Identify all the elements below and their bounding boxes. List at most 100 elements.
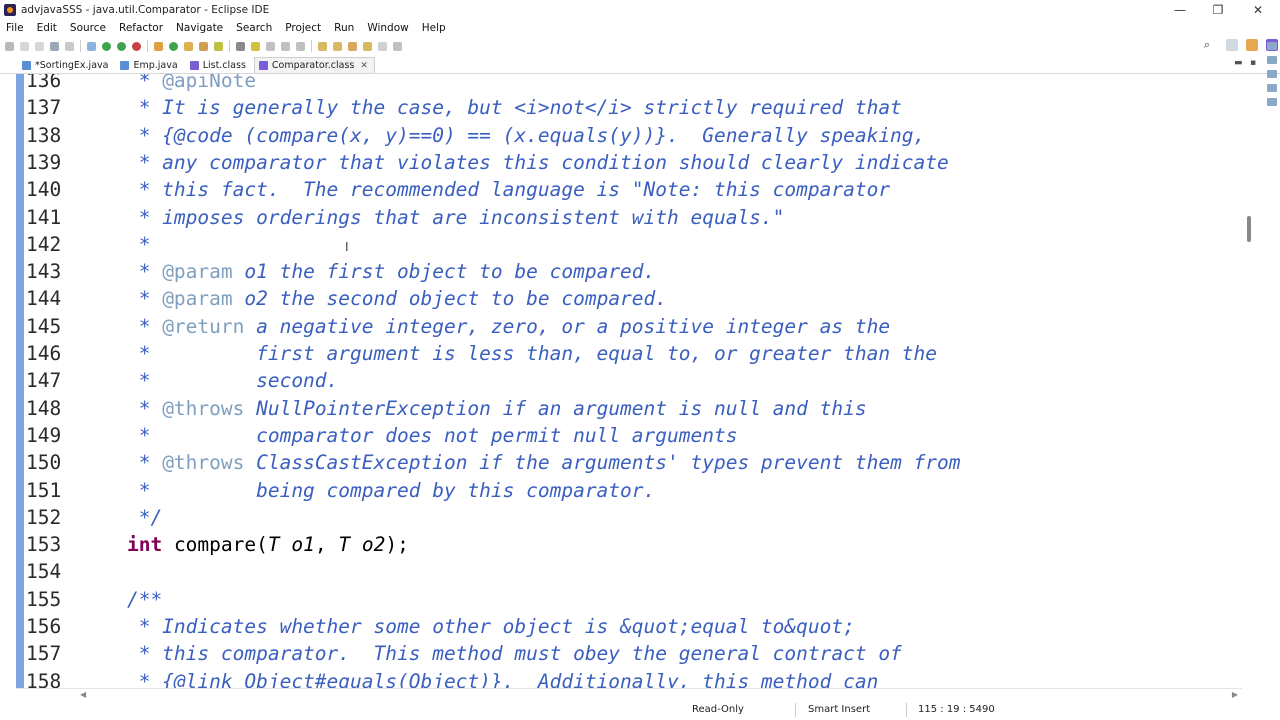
outline-view-icon[interactable]: [1267, 42, 1277, 50]
line-number: 154: [26, 560, 62, 584]
debug-icon[interactable]: [87, 41, 96, 51]
code-line[interactable]: * @return a negative integer, zero, or a…: [80, 313, 890, 340]
new-java-project-icon[interactable]: [154, 41, 163, 51]
code-line[interactable]: * @param o1 the first object to be compa…: [80, 258, 656, 285]
properties-view-icon[interactable]: [1267, 98, 1277, 106]
run-icon[interactable]: [102, 41, 111, 51]
code-line[interactable]: * @param o2 the second object to be comp…: [80, 285, 667, 312]
forward-icon[interactable]: [378, 41, 387, 51]
code-line[interactable]: *: [80, 231, 151, 258]
tab-sortingex[interactable]: *SortingEx.java: [18, 57, 114, 73]
code-editor[interactable]: 136 137 138 139 140 141 142 143 144 145 146 147 148 1…: [0, 74, 1260, 688]
pin-editor-icon[interactable]: [393, 41, 402, 51]
new-class-icon[interactable]: [169, 41, 178, 51]
whitespace-icon[interactable]: [266, 41, 275, 51]
problems-view-icon[interactable]: [1267, 56, 1277, 64]
menu-run[interactable]: Run: [334, 22, 354, 34]
menu-refactor[interactable]: Refactor: [119, 22, 163, 34]
open-perspective-icon[interactable]: [1226, 39, 1238, 51]
menu-window[interactable]: Window: [367, 22, 408, 34]
line-number: 156: [26, 615, 62, 638]
java-ee-perspective-icon[interactable]: [1246, 39, 1258, 51]
console-view-icon[interactable]: [1267, 70, 1277, 78]
java-file-icon: [22, 60, 31, 70]
menu-edit[interactable]: Edit: [37, 22, 57, 34]
code-line[interactable]: * being compared by this comparator.: [80, 477, 656, 504]
scroll-left-icon[interactable]: ◀: [80, 690, 86, 699]
code-line[interactable]: * It is generally the case, but <i>not</…: [80, 94, 902, 121]
close-tab-icon[interactable]: ✕: [360, 61, 368, 71]
code-line[interactable]: * {@code (compare(x, y)==0) == (x.equals…: [80, 122, 926, 149]
menu-help[interactable]: Help: [422, 22, 446, 34]
coverage-icon[interactable]: [117, 41, 126, 51]
maximize-button[interactable]: ❐: [1200, 0, 1236, 19]
open-type-icon[interactable]: [184, 41, 193, 51]
menu-search[interactable]: Search: [236, 22, 272, 34]
external-tools-icon[interactable]: [132, 41, 141, 51]
next-annotation-icon[interactable]: [318, 41, 327, 51]
horizontal-scrollbar[interactable]: ◀ ▶: [16, 688, 1242, 699]
code-line[interactable]: * this fact. The recommended language is…: [80, 176, 890, 203]
code-line[interactable]: */: [80, 504, 163, 531]
tab-label: List.class: [202, 59, 246, 71]
tab-emp[interactable]: Emp.java: [116, 57, 183, 73]
close-button[interactable]: ✕: [1240, 0, 1276, 19]
line-number: 152: [26, 505, 62, 529]
save-all-icon[interactable]: [35, 41, 44, 51]
line-number: 151: [26, 478, 62, 502]
search-icon[interactable]: ⌕: [1201, 38, 1213, 51]
code-line[interactable]: * comparator does not permit null argume…: [80, 422, 738, 449]
highlight-icon[interactable]: [251, 41, 260, 51]
tab-label: Comparator.class: [271, 60, 355, 71]
tab-list[interactable]: List.class: [186, 57, 252, 73]
code-line[interactable]: * {@link Object#equals(Object)}. Additio…: [80, 668, 879, 688]
maximize-editor-icon[interactable]: ▪: [1250, 58, 1256, 68]
tab-label: Emp.java: [133, 59, 178, 71]
menu-project[interactable]: Project: [285, 22, 321, 34]
menu-file[interactable]: File: [6, 22, 24, 34]
block-select-icon[interactable]: [281, 41, 290, 51]
vertical-scrollbar[interactable]: [1243, 74, 1255, 688]
new-icon[interactable]: [5, 41, 14, 51]
code-line[interactable]: /**: [80, 586, 162, 613]
show-whitespace-icon[interactable]: [296, 41, 305, 51]
scroll-right-icon[interactable]: ▶: [1232, 690, 1238, 699]
menu-source[interactable]: Source: [70, 22, 106, 34]
save-icon[interactable]: [20, 41, 29, 51]
code-line[interactable]: int compare(T o1, T o2);: [80, 531, 409, 558]
line-number: 139: [26, 150, 62, 174]
line-number: 158: [26, 669, 62, 688]
code-line[interactable]: * first argument is less than, equal to,…: [80, 340, 937, 367]
toggle-mark-icon[interactable]: [236, 41, 245, 51]
back-icon[interactable]: [363, 41, 372, 51]
minimize-button[interactable]: —: [1162, 0, 1198, 19]
last-edit-icon[interactable]: [348, 41, 357, 51]
minimize-editor-icon[interactable]: ▬: [1234, 58, 1243, 68]
terminal-icon[interactable]: [65, 41, 74, 51]
search-tool-icon[interactable]: [214, 41, 223, 51]
code-line[interactable]: * second.: [80, 367, 339, 394]
line-number: 147: [26, 369, 62, 393]
code-line[interactable]: * @throws ClassCastException if the argu…: [80, 449, 961, 476]
code-line[interactable]: * any comparator that violates this cond…: [80, 149, 949, 176]
code-line[interactable]: * this comparator. This method must obey…: [80, 640, 902, 667]
print-icon[interactable]: [50, 41, 59, 51]
task-list-icon[interactable]: [1267, 84, 1277, 92]
line-number: 148: [26, 396, 62, 420]
code-line[interactable]: * @apiNote: [80, 74, 256, 94]
open-folder-icon[interactable]: [199, 41, 208, 51]
code-line[interactable]: * imposes orderings that are inconsisten…: [80, 204, 785, 231]
line-number: 157: [26, 642, 62, 666]
line-number: 145: [26, 314, 62, 338]
tab-comparator[interactable]: Comparator.class ✕: [253, 57, 375, 73]
prev-annotation-icon[interactable]: [333, 41, 342, 51]
tab-label: *SortingEx.java: [35, 59, 109, 71]
menu-navigate[interactable]: Navigate: [176, 22, 223, 34]
code-line[interactable]: * Indicates whether some other object is…: [80, 613, 855, 640]
main-toolbar: [0, 36, 1280, 56]
status-divider: [906, 703, 907, 717]
scrollbar-thumb[interactable]: [1247, 216, 1251, 242]
code-line[interactable]: * @throws NullPointerException if an arg…: [80, 395, 867, 422]
line-number: 142: [26, 232, 62, 256]
line-number: 140: [26, 178, 62, 202]
